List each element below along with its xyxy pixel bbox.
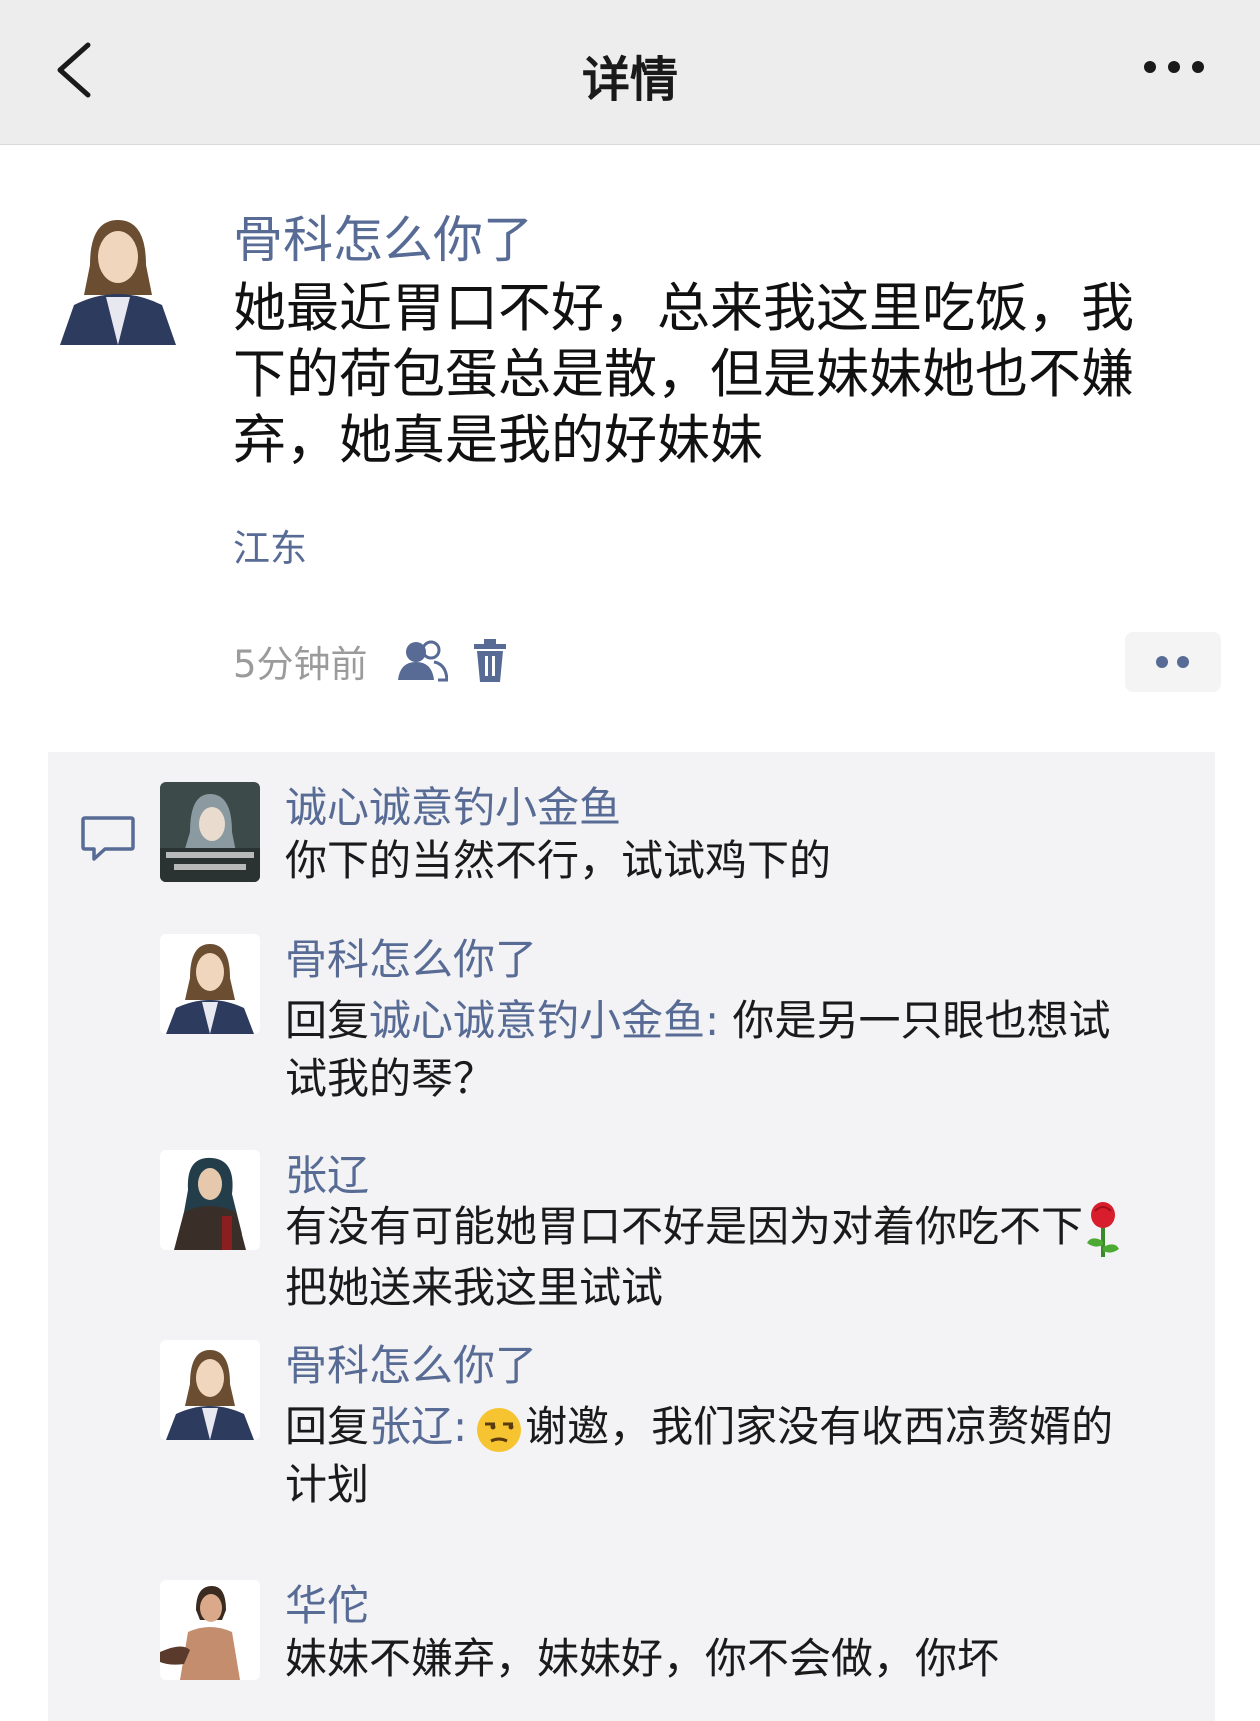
reply-target-name[interactable]: 张辽: [369, 1402, 467, 1451]
comment-item: 骨科怎么你了 回复诚心诚意钓小金鱼: 你是另一只眼也想试试我的琴？ [160, 934, 1170, 1104]
commenter-name[interactable]: 骨科怎么你了 [285, 926, 537, 987]
post-author-name[interactable]: 骨科怎么你了 [233, 200, 533, 272]
post-action-button[interactable] [1125, 632, 1221, 692]
comments-section: 诚心诚意钓小金鱼 你下的当然不行，试试鸡下的 骨科怎么你了 回复诚心诚意钓小金鱼… [48, 752, 1215, 1721]
comment-item: 诚心诚意钓小金鱼 你下的当然不行，试试鸡下的 [160, 782, 1170, 892]
commenter-avatar[interactable] [160, 1340, 260, 1440]
commenter-avatar[interactable] [160, 934, 260, 1034]
commenter-name[interactable]: 骨科怎么你了 [285, 1332, 537, 1393]
comment-text: 妹妹不嫌弃，妹妹好，你不会做，你坏 [285, 1634, 1000, 1683]
comment-text: 你下的当然不行，试试鸡下的 [285, 836, 832, 885]
post-content: 她最近胃口不好，总来我这里吃饭，我下的荷包蛋总是散，但是妹妹她也不嫌弃，她真是我… [233, 278, 1134, 471]
commenter-name[interactable]: 张辽 [285, 1142, 369, 1203]
friends-visibility-icon [397, 640, 448, 682]
page-title: 详情 [581, 52, 678, 108]
comment-item: 张辽 有没有可能她胃口不好是因为对着你吃不下 把她送来我这里试试 [160, 1150, 1170, 1312]
comment-item: 骨科怎么你了 回复张辽: 谢邀，我们家没有收西凉赘婿的计划 [160, 1340, 1170, 1510]
comment-item: 华佗 妹妹不嫌弃，妹妹好，你不会做，你坏 [160, 1580, 1170, 1690]
commenter-name[interactable]: 诚心诚意钓小金鱼 [285, 774, 621, 835]
post-author-avatar[interactable] [50, 205, 185, 345]
more-dots-icon [1156, 656, 1189, 668]
comment-text: 回复张辽: 谢邀，我们家没有收西凉赘婿的计划 [285, 1402, 1114, 1509]
rose-emoji [1087, 1201, 1120, 1257]
commenter-avatar[interactable] [160, 782, 260, 882]
post-location[interactable]: 江东 [233, 518, 307, 572]
top-navbar: 详情 [0, 0, 1260, 145]
unamused-face-emoji [477, 1407, 522, 1452]
comment-text: 回复诚心诚意钓小金鱼: 你是另一只眼也想试试我的琴？ [285, 996, 1111, 1103]
comment-text: 有没有可能她胃口不好是因为对着你吃不下 把她送来我这里试试 [285, 1198, 1145, 1317]
more-dots-icon [1144, 61, 1204, 73]
commenter-name[interactable]: 华佗 [285, 1572, 369, 1633]
commenter-avatar[interactable] [160, 1580, 260, 1680]
trash-icon[interactable] [470, 638, 510, 684]
commenter-avatar[interactable] [160, 1150, 260, 1250]
post-meta: 5分钟前 [233, 636, 532, 686]
more-button[interactable] [1140, 45, 1220, 90]
post-time: 5分钟前 [233, 643, 368, 686]
comment-bubble-icon [81, 816, 135, 861]
reply-target-name[interactable]: 诚心诚意钓小金鱼: [369, 996, 719, 1045]
